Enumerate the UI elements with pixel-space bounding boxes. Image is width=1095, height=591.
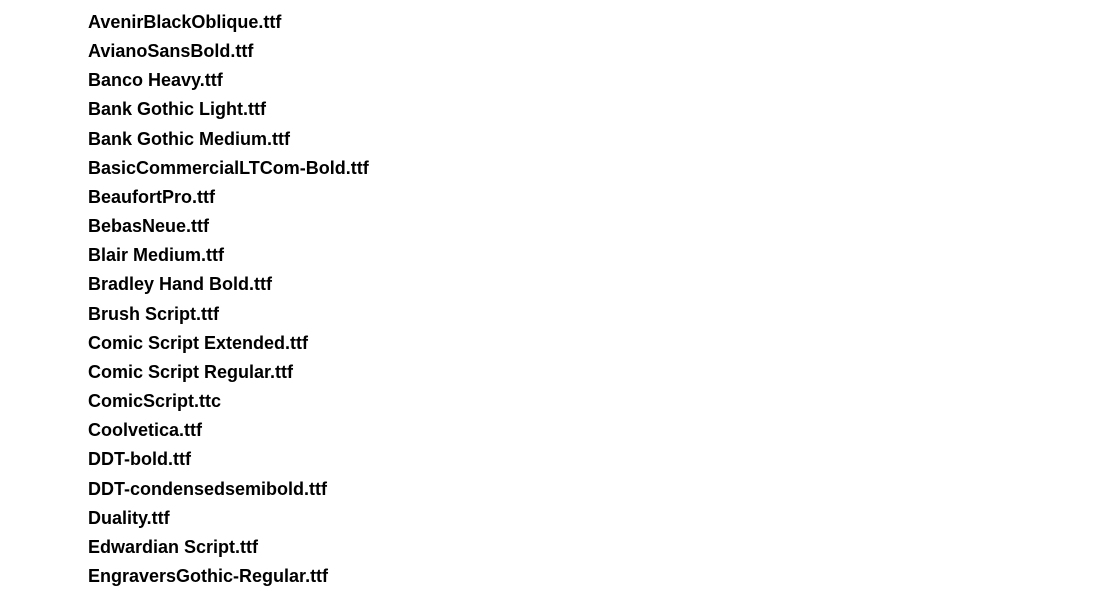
file-link[interactable]: Brush Script.ttf [88,300,1095,329]
file-link[interactable]: Coolvetica.ttf [88,416,1095,445]
file-link[interactable]: Blair Medium.ttf [88,241,1095,270]
file-link[interactable]: Comic Script Extended.ttf [88,329,1095,358]
file-link[interactable]: BebasNeue.ttf [88,212,1095,241]
file-link[interactable]: Bank Gothic Medium.ttf [88,125,1095,154]
file-link[interactable]: BeaufortPro.ttf [88,183,1095,212]
file-link[interactable]: AvenirBlackOblique.ttf [88,8,1095,37]
file-link[interactable]: BasicCommercialLTCom-Bold.ttf [88,154,1095,183]
file-link[interactable]: Bank Gothic Light.ttf [88,95,1095,124]
file-link[interactable]: Comic Script Regular.ttf [88,358,1095,387]
file-link[interactable]: DDT-bold.ttf [88,445,1095,474]
file-link[interactable]: EngraversGothic-Regular.ttf [88,562,1095,591]
file-link[interactable]: AvianoSansBold.ttf [88,37,1095,66]
file-link[interactable]: DDT-condensedsemibold.ttf [88,475,1095,504]
file-link[interactable]: Banco Heavy.ttf [88,66,1095,95]
file-link[interactable]: Edwardian Script.ttf [88,533,1095,562]
file-link[interactable]: Duality.ttf [88,504,1095,533]
file-link[interactable]: ComicScript.ttc [88,387,1095,416]
font-file-list: AvenirBlackOblique.ttf AvianoSansBold.tt… [88,8,1095,591]
file-link[interactable]: Bradley Hand Bold.ttf [88,270,1095,299]
